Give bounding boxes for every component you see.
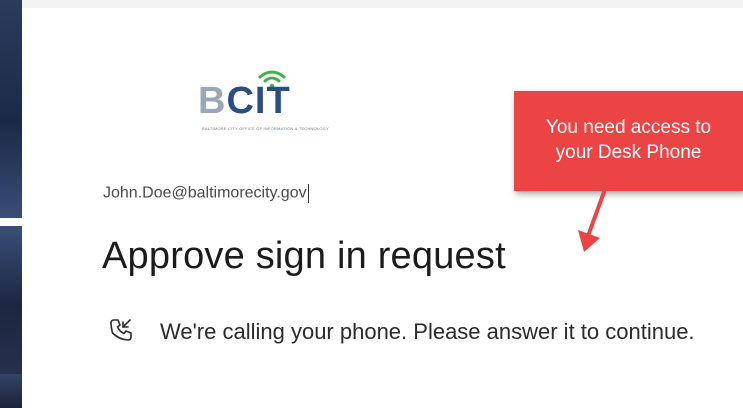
logo-wordmark: BCIT [198, 80, 291, 122]
background-window-strip [0, 0, 22, 408]
background-window-strip-bottom [0, 374, 22, 408]
page-title: Approve sign in request [102, 235, 506, 277]
account-email: John.Doe@baltimorecity.gov [103, 184, 309, 203]
bcit-logo: BCIT BALTIMORE CITY OFFICE OF INFORMATIO… [198, 68, 329, 134]
strip-divider [0, 218, 22, 226]
logo-tagline: BALTIMORE CITY OFFICE OF INFORMATION & T… [202, 126, 329, 131]
callout-arrow-icon [578, 190, 606, 252]
callout-text: You need access to your Desk Phone [545, 117, 712, 163]
status-message: We're calling your phone. Please answer … [160, 319, 695, 344]
top-band [22, 0, 743, 8]
annotation-callout: You need access to your Desk Phone [514, 91, 743, 191]
phone-incoming-call-icon [110, 319, 132, 341]
